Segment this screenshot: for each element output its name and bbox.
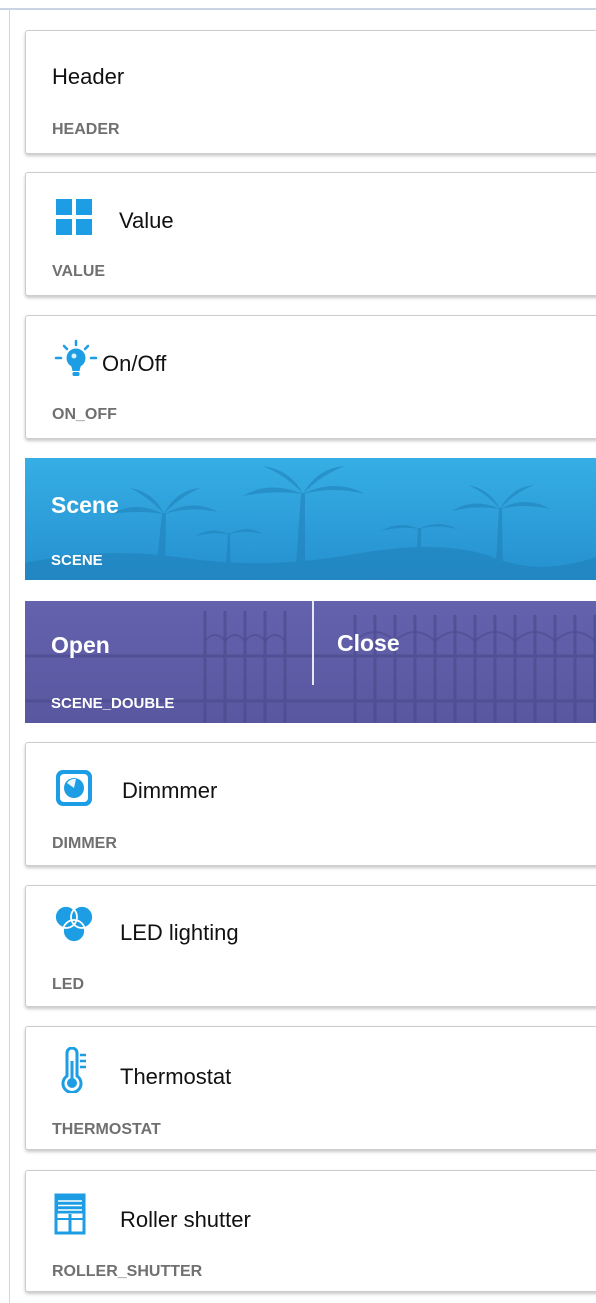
top-border xyxy=(0,0,596,10)
tile-scene[interactable]: Scene SCENE xyxy=(25,458,596,580)
tile-thermostat[interactable]: Thermostat THERMOSTAT xyxy=(25,1026,596,1150)
tile-title: Header xyxy=(52,64,125,89)
palm-trees-image xyxy=(25,458,596,580)
tile-type-label: ROLLER_SHUTTER xyxy=(52,1263,203,1280)
roller-shutter-icon xyxy=(54,1193,86,1235)
tile-type-label: DIMMER xyxy=(52,835,117,852)
tile-type-label: HEADER xyxy=(52,121,120,138)
grid-icon xyxy=(54,197,94,237)
tile-dimmer[interactable]: Dimmmer DIMMER xyxy=(25,742,596,866)
tile-title: Roller shutter xyxy=(120,1207,251,1232)
tile-type-label: THERMOSTAT xyxy=(52,1121,161,1138)
tile-type-label: LED xyxy=(52,976,84,993)
tile-title: Dimmmer xyxy=(122,778,218,803)
left-border xyxy=(9,10,10,1303)
tile-title: On/Off xyxy=(102,351,167,376)
open-button[interactable]: Open xyxy=(51,632,110,659)
tile-title: LED lighting xyxy=(120,920,239,945)
tile-type-label: SCENE_DOUBLE xyxy=(51,695,175,712)
tile-on-off[interactable]: On/Off ON_OFF xyxy=(25,315,596,439)
lightbulb-icon xyxy=(52,338,100,382)
tile-title: Scene xyxy=(51,492,119,518)
tile-roller-shutter[interactable]: Roller shutter ROLLER_SHUTTER xyxy=(25,1170,596,1292)
close-button[interactable]: Close xyxy=(337,630,400,657)
rgb-led-icon xyxy=(52,902,96,946)
tile-type-label: ON_OFF xyxy=(52,406,117,423)
tile-type-label: VALUE xyxy=(52,263,106,280)
tile-type-label: SCENE xyxy=(51,552,103,569)
thermometer-icon xyxy=(56,1047,90,1093)
dimmer-icon xyxy=(54,768,94,808)
tile-title: Value xyxy=(119,208,174,233)
tile-header[interactable]: Header HEADER xyxy=(25,30,596,154)
tile-value[interactable]: Value VALUE xyxy=(25,172,596,296)
tile-scene-double[interactable]: Open Close SCENE_DOUBLE xyxy=(25,601,596,723)
tile-title: Thermostat xyxy=(120,1064,232,1089)
tile-led[interactable]: LED lighting LED xyxy=(25,885,596,1007)
